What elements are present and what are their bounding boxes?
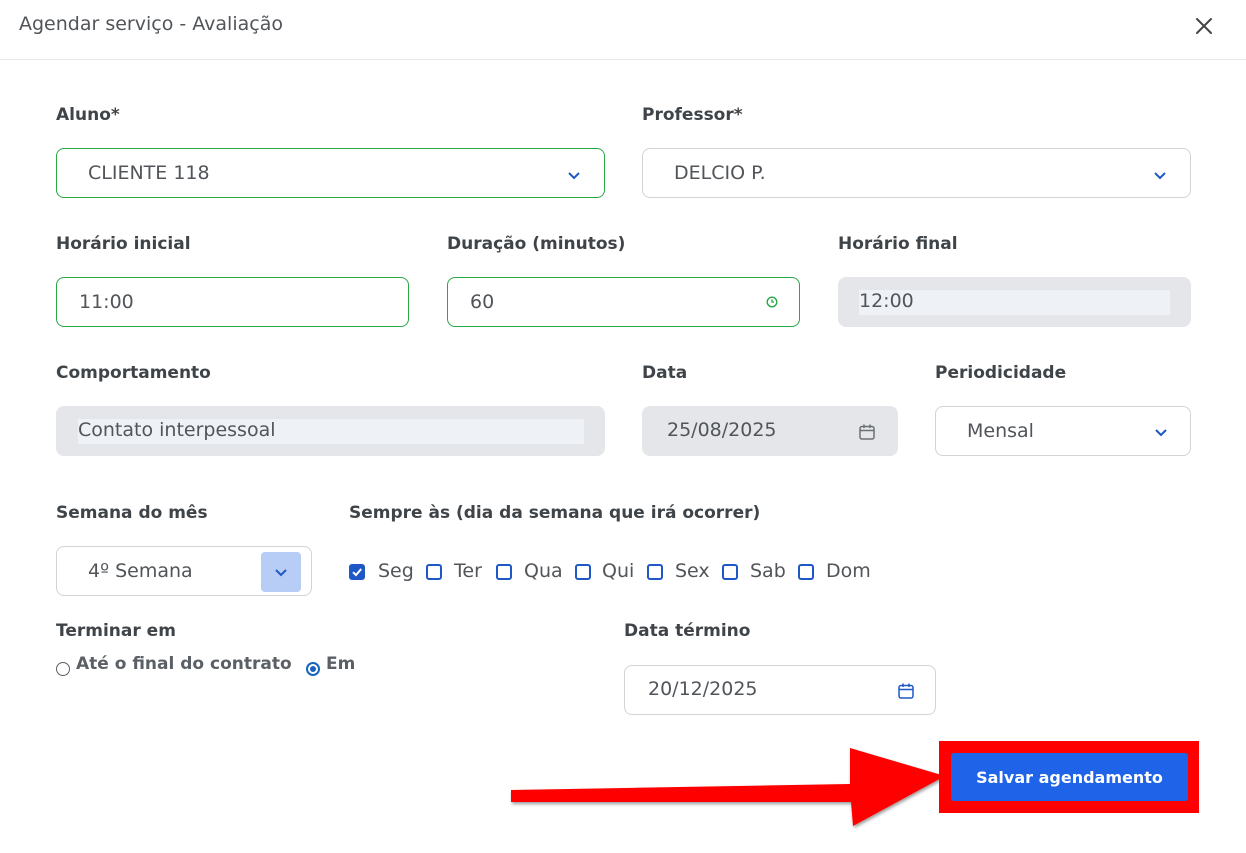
horario-final-value: 12:00 xyxy=(859,290,914,312)
data-termino-label: Data término xyxy=(624,621,751,641)
terminar-em-label: Terminar em xyxy=(56,621,176,641)
check-icon xyxy=(352,568,362,577)
checkbox-qui[interactable] xyxy=(575,564,591,580)
aluno-value: CLIENTE 118 xyxy=(88,162,210,184)
modal-header: Agendar serviço - Avaliação xyxy=(0,0,1246,60)
radio-ate-final-contrato[interactable] xyxy=(56,662,70,676)
data-label: Data xyxy=(642,363,688,383)
professor-label: Professor* xyxy=(642,105,743,125)
data-termino-input[interactable]: 20/12/2025 xyxy=(624,665,936,715)
save-button[interactable]: Salvar agendamento xyxy=(951,753,1188,801)
duracao-label: Duração (minutos) xyxy=(447,234,626,254)
day-label-sab: Sab xyxy=(750,560,786,582)
calendar-icon[interactable] xyxy=(897,682,915,700)
sempre-as-label: Sempre às (dia da semana que irá ocorrer… xyxy=(349,503,761,523)
annotation-arrow xyxy=(511,748,945,826)
horario-final-box: 12:00 xyxy=(859,290,1170,315)
checkbox-ter[interactable] xyxy=(426,564,442,580)
periodicidade-select[interactable]: Mensal xyxy=(935,406,1191,456)
professor-select[interactable]: DELCIO P. xyxy=(642,148,1191,198)
horario-inicial-input[interactable]: 11:00 xyxy=(56,277,409,327)
aluno-select[interactable]: CLIENTE 118 xyxy=(56,148,605,198)
semana-dropdown-button[interactable] xyxy=(261,552,301,592)
horario-inicial-label: Horário inicial xyxy=(56,234,191,254)
periodicidade-value: Mensal xyxy=(967,420,1034,442)
radio-label-ate-final-contrato: Até o final do contrato xyxy=(76,654,292,674)
chevron-down-icon xyxy=(1155,429,1167,437)
data-termino-value: 20/12/2025 xyxy=(648,678,758,700)
day-label-qua: Qua xyxy=(524,560,563,582)
close-icon[interactable] xyxy=(1193,15,1215,37)
comportamento-box: Contato interpessoal xyxy=(78,419,584,444)
duracao-value: 60 xyxy=(470,291,495,313)
modal-title: Agendar serviço - Avaliação xyxy=(19,13,283,35)
day-label-sex: Sex xyxy=(675,560,710,582)
data-value: 25/08/2025 xyxy=(667,419,777,441)
day-label-dom: Dom xyxy=(826,560,871,582)
comportamento-input: Contato interpessoal xyxy=(56,406,605,456)
day-label-ter: Ter xyxy=(454,560,482,582)
calendar-icon xyxy=(859,424,875,440)
checkbox-sab[interactable] xyxy=(722,564,738,580)
day-label-seg: Seg xyxy=(378,560,414,582)
day-label-qui: Qui xyxy=(602,560,635,582)
semana-do-mes-label: Semana do mês xyxy=(56,503,208,523)
chevron-down-icon xyxy=(275,569,287,577)
semana-do-mes-select[interactable]: 4º Semana xyxy=(56,546,312,596)
horario-final-input: 12:00 xyxy=(838,277,1191,327)
clock-icon xyxy=(766,296,778,308)
checkbox-dom[interactable] xyxy=(798,564,814,580)
duracao-input[interactable]: 60 xyxy=(447,277,800,327)
aluno-label: Aluno* xyxy=(56,105,120,125)
chevron-down-icon xyxy=(568,172,580,180)
checkbox-seg[interactable] xyxy=(349,564,365,580)
radio-em[interactable] xyxy=(306,662,320,676)
radio-label-em: Em xyxy=(326,654,356,674)
comportamento-label: Comportamento xyxy=(56,363,211,383)
semana-do-mes-value: 4º Semana xyxy=(88,560,193,582)
horario-final-label: Horário final xyxy=(838,234,958,254)
checkbox-qua[interactable] xyxy=(496,564,512,580)
horario-inicial-value: 11:00 xyxy=(79,291,134,313)
chevron-down-icon xyxy=(1154,172,1166,180)
comportamento-value: Contato interpessoal xyxy=(78,419,276,441)
checkbox-sex[interactable] xyxy=(647,564,663,580)
data-input: 25/08/2025 xyxy=(642,406,898,456)
professor-value: DELCIO P. xyxy=(674,162,766,184)
periodicidade-label: Periodicidade xyxy=(935,363,1067,383)
